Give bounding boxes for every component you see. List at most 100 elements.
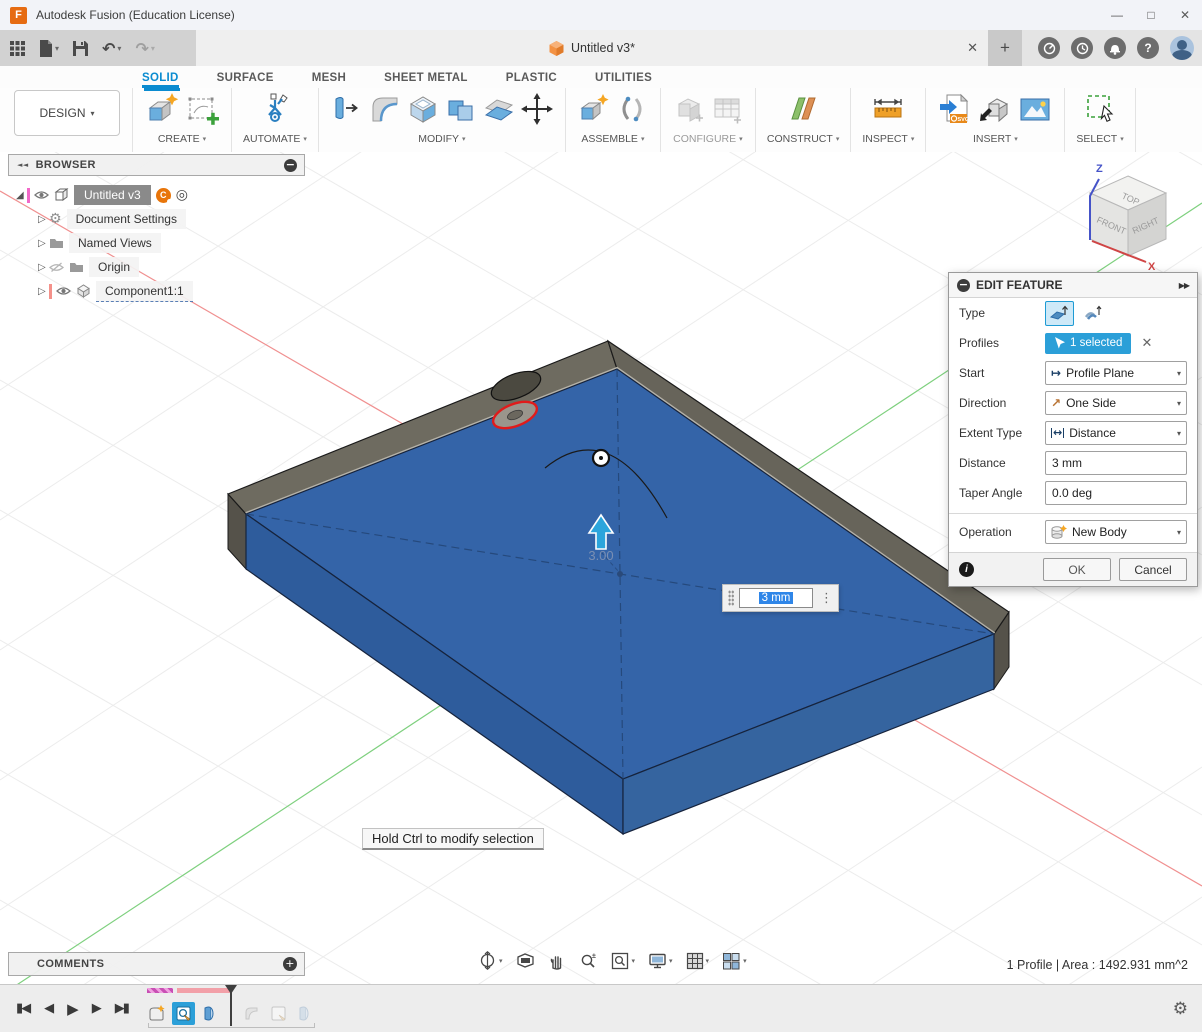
group-select-label[interactable]: SELECT▾: [1076, 133, 1123, 145]
minimize-panel-icon[interactable]: −: [284, 159, 297, 172]
visibility-eye-icon[interactable]: [34, 190, 49, 200]
workspace-selector[interactable]: DESIGN ▾: [14, 90, 120, 136]
document-tab[interactable]: Untitled v3* ✕: [196, 30, 988, 66]
zoom-button[interactable]: ±: [579, 952, 598, 970]
collapse-dialog-icon[interactable]: −: [957, 279, 970, 292]
group-inspect-label[interactable]: INSPECT▾: [862, 133, 914, 145]
viewports-button[interactable]: ▾: [722, 952, 747, 970]
tree-item-label[interactable]: Document Settings: [67, 209, 186, 229]
file-menu-button[interactable]: ▾: [39, 40, 59, 57]
cancel-button[interactable]: Cancel: [1119, 558, 1187, 581]
distance-value-field[interactable]: 3 mm: [739, 588, 813, 608]
group-construct-label[interactable]: CONSTRUCT▾: [767, 133, 839, 145]
select-icon[interactable]: [1082, 91, 1118, 132]
new-component-icon[interactable]: [577, 91, 611, 132]
operation-select[interactable]: New Body ▾: [1045, 520, 1187, 544]
group-insert-label[interactable]: INSERT▾: [973, 133, 1018, 145]
combine-icon[interactable]: [444, 91, 478, 132]
visibility-eye-icon[interactable]: [56, 286, 71, 296]
start-select[interactable]: ↦ Profile Plane ▾: [1045, 361, 1187, 385]
joint-icon[interactable]: [615, 91, 649, 132]
measure-icon[interactable]: [870, 91, 906, 132]
new-tab-button[interactable]: +: [988, 30, 1022, 66]
shell-icon[interactable]: [406, 91, 440, 132]
notifications-bell-icon[interactable]: [1104, 37, 1126, 59]
3d-viewport[interactable]: 3.00 TOP FRONT RIGHT Z X ◄◄ BROWSER − ◢: [0, 152, 1202, 985]
tree-item-label[interactable]: Named Views: [69, 233, 161, 253]
tab-solid[interactable]: SOLID: [142, 72, 179, 88]
tree-row-component[interactable]: ▷ Component1:1: [8, 279, 305, 303]
tab-close-icon[interactable]: ✕: [967, 30, 978, 66]
tree-row-named-views[interactable]: ▷ Named Views: [8, 231, 305, 255]
tree-item-label[interactable]: Component1:1: [96, 281, 193, 302]
user-avatar[interactable]: [1170, 36, 1194, 60]
minimize-button[interactable]: —: [1100, 0, 1134, 30]
new-body-icon[interactable]: [144, 91, 180, 132]
configuration-table-icon[interactable]: [710, 91, 744, 132]
insert-mesh-icon[interactable]: [977, 91, 1013, 132]
help-icon[interactable]: ?: [1137, 37, 1159, 59]
group-assemble-label[interactable]: ASSEMBLE▾: [581, 133, 644, 145]
collapsed-arrow-icon[interactable]: ▷: [38, 214, 49, 225]
orbit-button[interactable]: ▾: [478, 951, 503, 970]
extent-type-select[interactable]: ↔ Distance ▾: [1045, 421, 1187, 445]
insert-svg-icon[interactable]: SVG: [937, 91, 973, 132]
go-to-end-button[interactable]: ▶▮: [115, 1001, 128, 1016]
automate-icon[interactable]: [257, 91, 293, 132]
extrude-type-button[interactable]: [1045, 301, 1074, 326]
tab-surface[interactable]: SURFACE: [217, 72, 274, 88]
browser-header[interactable]: ◄◄ BROWSER −: [8, 154, 305, 176]
direction-select[interactable]: ↗ One Side ▾: [1045, 391, 1187, 415]
step-back-button[interactable]: ◀: [44, 1001, 52, 1016]
thin-extrude-type-button[interactable]: [1079, 301, 1108, 326]
look-at-button[interactable]: [516, 952, 535, 969]
group-configure-label[interactable]: CONFIGURE▾: [673, 133, 743, 145]
construct-plane-icon[interactable]: [786, 91, 820, 132]
timeline-suppressed-fillet[interactable]: [240, 1002, 263, 1025]
taper-angle-input[interactable]: 0.0 deg: [1045, 481, 1187, 505]
distance-input[interactable]: 3 mm: [1045, 451, 1187, 475]
tab-plastic[interactable]: PLASTIC: [506, 72, 557, 88]
configuration-icon[interactable]: [672, 91, 706, 132]
close-button[interactable]: ✕: [1168, 0, 1202, 30]
dialog-header[interactable]: − EDIT FEATURE ▶▶: [949, 273, 1197, 298]
tab-utilities[interactable]: UTILITIES: [595, 72, 652, 88]
kebab-menu-icon[interactable]: ⋮: [820, 591, 833, 606]
timeline-new-body-feature[interactable]: [145, 1002, 168, 1025]
maximize-button[interactable]: □: [1134, 0, 1168, 30]
display-settings-button[interactable]: ▾: [648, 952, 673, 970]
pan-button[interactable]: [548, 952, 566, 970]
app-grid-icon[interactable]: [10, 41, 25, 56]
fillet-icon[interactable]: [368, 91, 402, 132]
offset-face-icon[interactable]: [482, 91, 516, 132]
tree-root-row[interactable]: ◢ Untitled v3 C ◎: [8, 183, 305, 207]
group-modify-label[interactable]: MODIFY▾: [418, 133, 465, 145]
tree-root-label[interactable]: Untitled v3: [74, 185, 151, 205]
profiles-selected-chip[interactable]: 1 selected: [1045, 333, 1131, 354]
collapsed-arrow-icon[interactable]: ▷: [38, 238, 49, 249]
redo-button[interactable]: ↷▾: [135, 39, 154, 58]
go-to-start-button[interactable]: ▮◀: [16, 1001, 29, 1016]
activate-component-icon[interactable]: ◎: [176, 187, 188, 203]
floating-distance-input[interactable]: 3 mm ⋮: [722, 584, 839, 612]
tree-row-origin[interactable]: ▷ Origin: [8, 255, 305, 279]
extensions-icon[interactable]: [1038, 37, 1060, 59]
model-body[interactable]: 3.00: [228, 341, 1009, 834]
info-icon[interactable]: i: [959, 562, 974, 577]
view-cube[interactable]: TOP FRONT RIGHT Z X: [1090, 163, 1166, 273]
expanded-arrow-icon[interactable]: ◢: [16, 190, 27, 201]
timeline-suppressed-sketch[interactable]: [267, 1002, 290, 1025]
job-status-clock-icon[interactable]: [1071, 37, 1093, 59]
move-icon[interactable]: [520, 91, 554, 132]
visibility-off-eye-icon[interactable]: [49, 262, 64, 273]
tab-mesh[interactable]: MESH: [312, 72, 346, 88]
undo-button[interactable]: ↶▾: [102, 39, 121, 58]
collapsed-arrow-icon[interactable]: ▷: [38, 286, 49, 297]
ok-button[interactable]: OK: [1043, 558, 1111, 581]
step-forward-button[interactable]: ▶: [92, 1001, 100, 1016]
tab-sheet-metal[interactable]: SHEET METAL: [384, 72, 468, 88]
tree-item-label[interactable]: Origin: [89, 257, 139, 277]
group-automate-label[interactable]: AUTOMATE▾: [243, 133, 307, 145]
drag-handle[interactable]: [728, 590, 734, 606]
grid-settings-button[interactable]: ▾: [686, 952, 710, 970]
